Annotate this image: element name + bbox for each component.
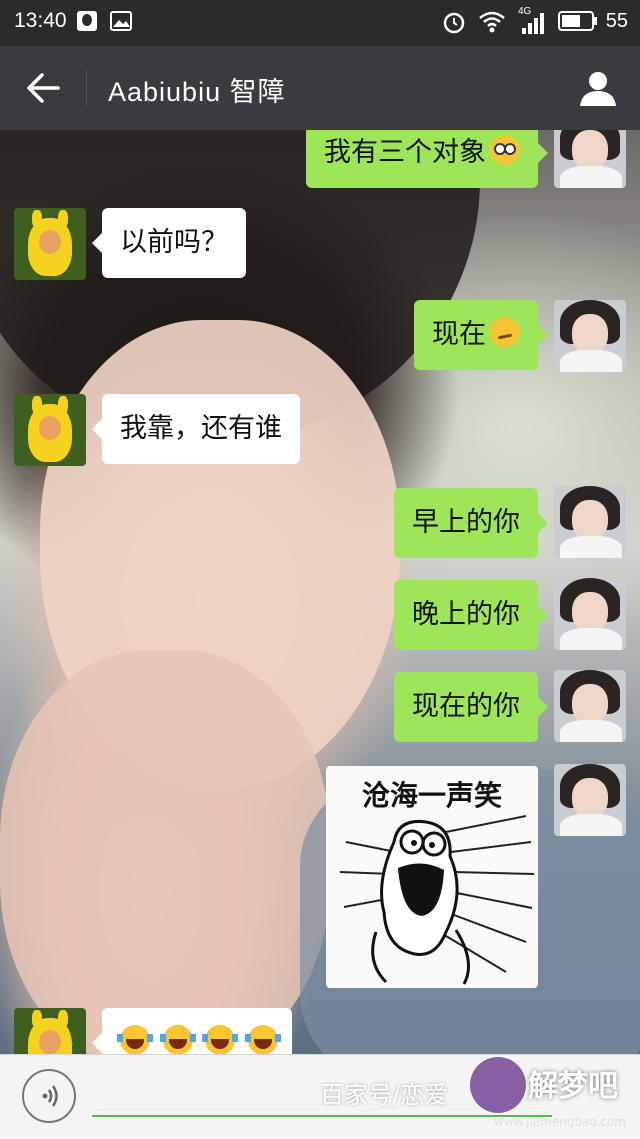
tears-of-joy-emoji-icon <box>159 1025 196 1054</box>
image-notification-icon <box>110 11 132 31</box>
message-text: 我有三个对象 <box>324 137 486 168</box>
watermark-logo: 解梦吧 <box>528 1069 618 1104</box>
my-avatar[interactable] <box>554 130 626 188</box>
message-text: 以前吗？ <box>120 227 228 258</box>
contact-avatar[interactable] <box>14 1008 86 1054</box>
wifi-icon <box>479 11 505 33</box>
message-bubble-incoming[interactable]: 我靠，还有谁 <box>92 394 300 464</box>
chat-title: Aabiubiu 智障 <box>108 77 286 107</box>
message-text: 我靠，还有谁 <box>120 413 282 444</box>
chat-area[interactable]: 我有三个对象 以前吗？ 现在 我靠，还有谁 早上的你 晚上的你 现在的你 沧海一… <box>0 130 640 1054</box>
flushed-face-emoji-icon <box>490 135 520 165</box>
laughing-cartoon-sticker-icon <box>339 815 535 985</box>
message-input-field[interactable] <box>92 1115 552 1117</box>
smirking-face-emoji-icon <box>490 317 520 347</box>
battery-percent: 55 <box>605 10 628 32</box>
tears-of-joy-emoji-icon <box>244 1025 281 1054</box>
my-avatar[interactable] <box>554 670 626 742</box>
tears-of-joy-emoji-icon <box>202 1025 239 1054</box>
message-text: 现在的你 <box>412 691 520 722</box>
watermark-mask-icon <box>470 1057 526 1113</box>
message-bubble-outgoing[interactable]: 晚上的你 <box>394 580 548 650</box>
tears-of-joy-emoji-icon <box>117 1025 153 1054</box>
voice-wave-icon <box>42 1085 58 1107</box>
my-avatar[interactable] <box>554 764 626 836</box>
battery-icon <box>558 11 597 31</box>
title-bar: Aabiubiu 智障 <box>0 46 640 130</box>
my-avatar[interactable] <box>554 486 626 558</box>
message-bubble-outgoing[interactable]: 早上的你 <box>394 488 548 558</box>
my-avatar[interactable] <box>554 578 626 650</box>
status-bar: 13:40 4G 55 <box>0 0 640 46</box>
message-text: 早上的你 <box>412 507 520 538</box>
back-arrow-icon[interactable] <box>20 64 68 112</box>
message-bubble-incoming[interactable] <box>92 1008 292 1054</box>
watermark-url: www.jiemengbao.com <box>493 1115 626 1129</box>
my-avatar[interactable] <box>554 300 626 372</box>
voice-input-button[interactable] <box>22 1069 76 1123</box>
message-text: 现在 <box>432 319 486 350</box>
signal-icon <box>522 13 544 34</box>
status-time: 13:40 <box>14 9 67 32</box>
input-bar: 百家号/恋爱 解梦吧 www.jiemengbao.com <box>0 1054 640 1139</box>
message-bubble-outgoing[interactable]: 现在的你 <box>394 672 548 742</box>
qq-notification-icon <box>77 11 97 31</box>
sticker-message[interactable]: 沧海一声笑 <box>326 766 538 988</box>
watermark-text: 百家号/恋爱 <box>320 1081 449 1109</box>
contact-profile-icon[interactable] <box>574 64 622 112</box>
contact-avatar[interactable] <box>14 208 86 280</box>
message-bubble-outgoing[interactable]: 现在 <box>414 300 548 370</box>
title-divider <box>86 70 87 106</box>
background-photo-hand <box>0 650 330 1054</box>
sticker-caption: 沧海一声笑 <box>361 779 502 812</box>
message-bubble-outgoing[interactable]: 我有三个对象 <box>306 130 548 188</box>
alarm-icon <box>443 12 465 34</box>
message-text: 晚上的你 <box>412 599 520 630</box>
contact-avatar[interactable] <box>14 394 86 466</box>
message-bubble-incoming[interactable]: 以前吗？ <box>92 208 246 278</box>
